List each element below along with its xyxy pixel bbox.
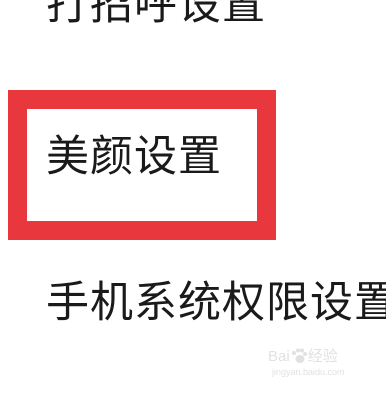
menu-item-greeting-settings[interactable]: 打招呼设置 [46, 0, 266, 27]
menu-item-beauty-settings[interactable]: 美颜设置 [46, 136, 222, 179]
baidu-paw-icon [291, 348, 307, 363]
watermark-url: jingyan.baidu.com [272, 367, 345, 377]
menu-item-label: 打招呼设置 [46, 0, 266, 30]
menu-item-system-permission-settings[interactable]: 手机系统权限设置 [46, 282, 386, 325]
baidu-jingyan-watermark: Bai 经验 jingyan.baidu.com [268, 348, 360, 388]
watermark-brand: Bai 经验 [268, 348, 360, 364]
menu-item-label: 手机系统权限设置 [46, 278, 386, 328]
watermark-brand-suffix: 经验 [307, 347, 338, 365]
watermark-brand-prefix: Bai [268, 347, 290, 365]
menu-item-label: 美颜设置 [46, 132, 222, 182]
